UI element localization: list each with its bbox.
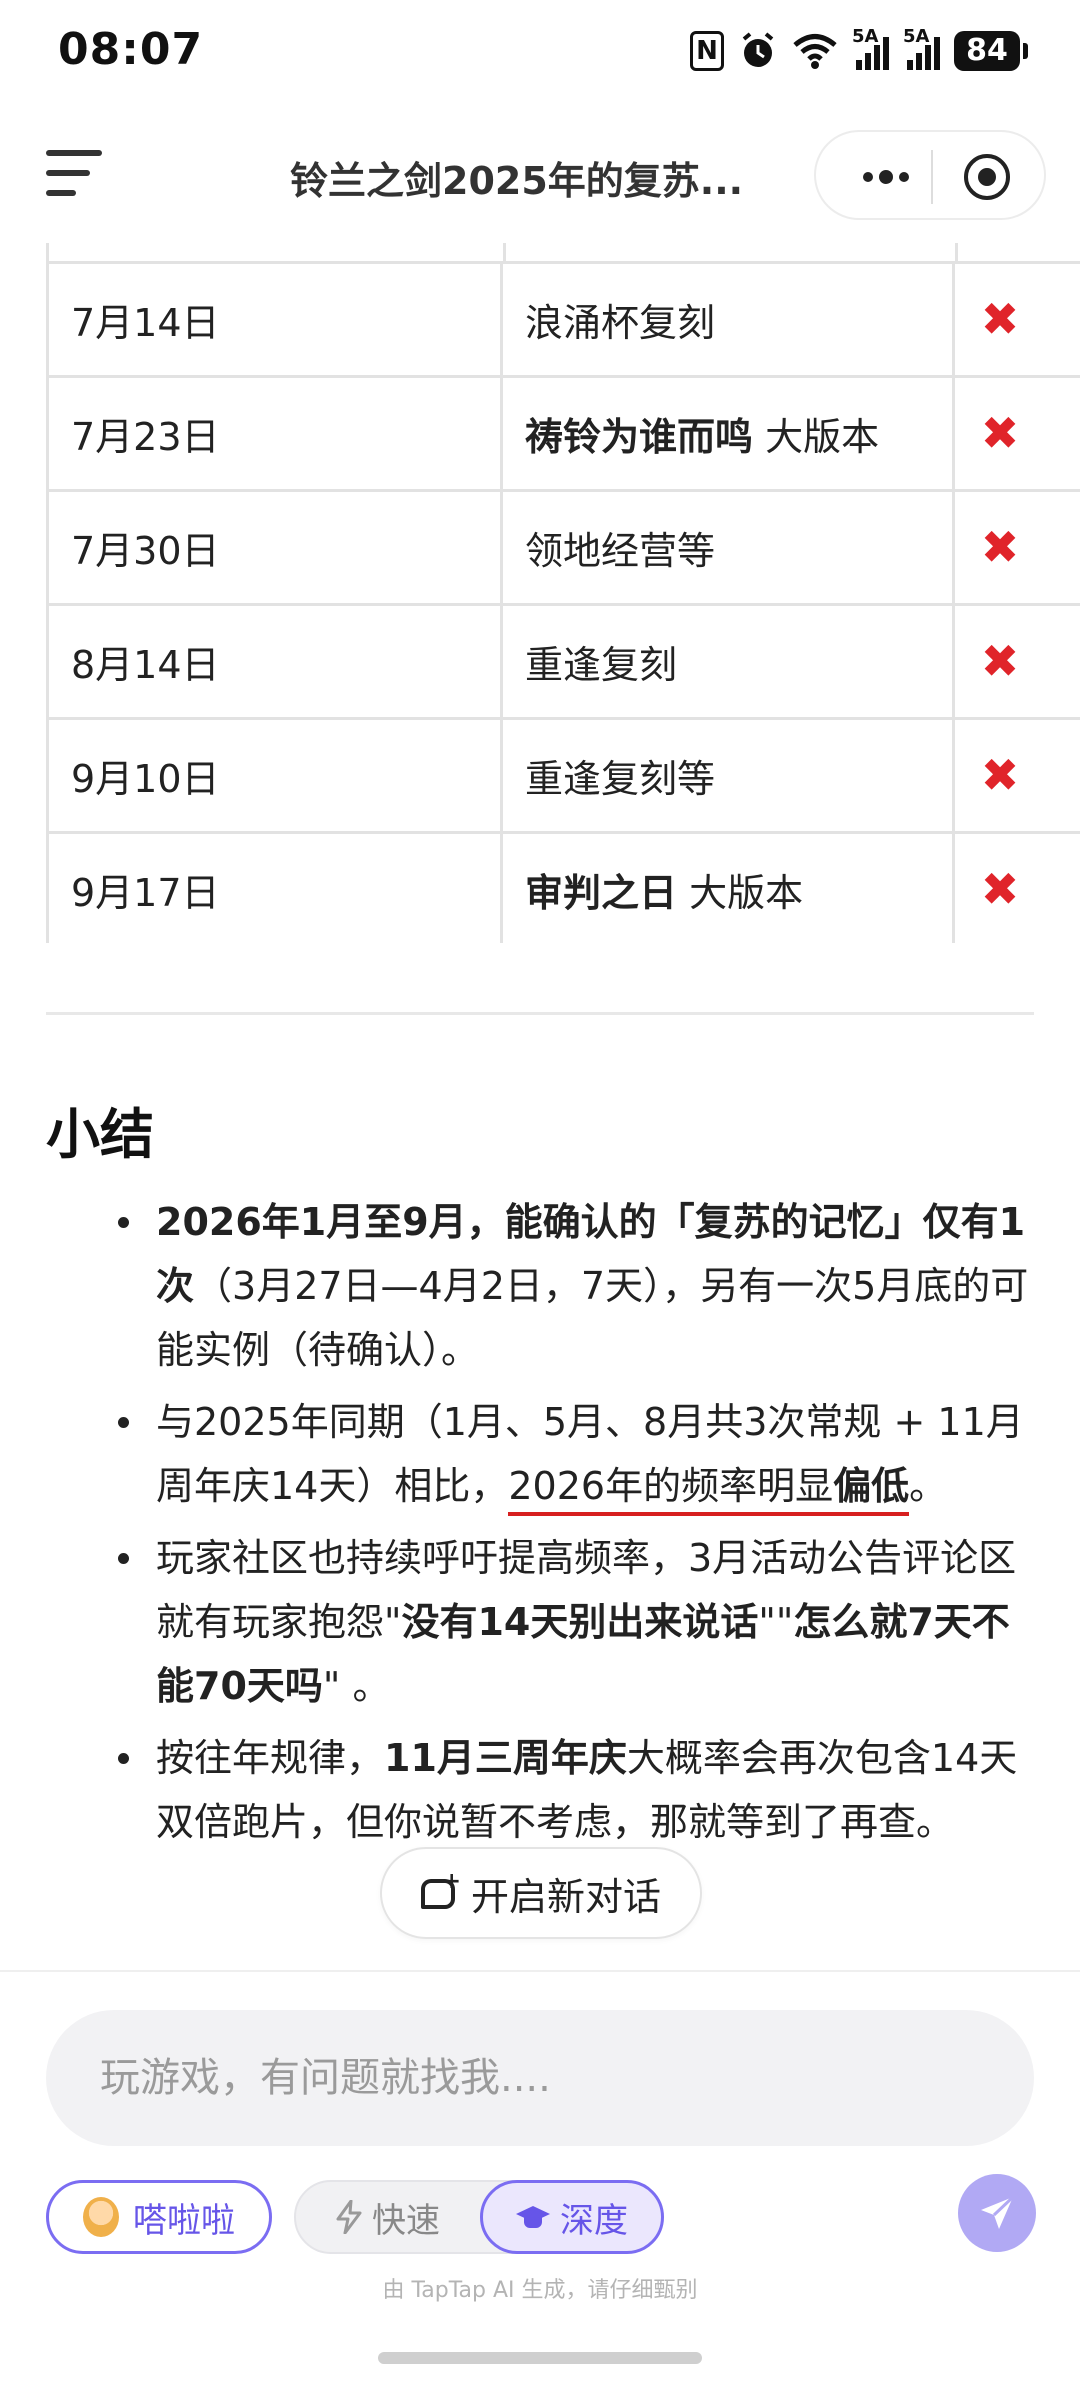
nfc-icon: N [690,28,724,74]
text: 2026年的频率明显 [508,1464,834,1508]
lightning-icon [336,2200,362,2234]
mini-program-capsule [814,130,1046,220]
signal-label: 5A [852,26,879,47]
mode-deep-label: 深度 [560,2200,628,2241]
cross-icon: ✖ [980,405,1020,460]
table-row: 8月14日 重逢复刻 ✖ [46,603,1080,720]
status-bar: 08:07 N 5A 5A 84 [0,0,1080,105]
new-chat-button[interactable]: + 开启新对话 [380,1847,702,1939]
list-item: 与2025年同期（1月、5月、8月共3次常规 + 11月周年庆14天）相比，20… [110,1390,1045,1518]
event-text: 领地经营等 [524,529,715,573]
cross-icon: ✖ [980,633,1020,688]
capsule-divider [931,150,933,204]
bold-text: 偏低 [833,1464,910,1508]
text: " 。 [322,1664,391,1708]
cell-date: 7月30日 [46,489,503,606]
list-item: 2026年1月至9月，能确认的「复苏的记忆」仅有1次（3月27日—4月2日，7天… [110,1190,1045,1382]
chat-input[interactable] [100,2055,960,2101]
event-bold: 祷铃为谁而鸣 [524,415,753,459]
app-header: 铃兰之剑2025年的复苏... [0,120,1080,230]
page-title: 铃兰之剑2025年的复苏... [290,159,744,203]
signal-icon: 5A [903,26,940,74]
send-button[interactable] [958,2174,1036,2252]
bold-text: 没有14天别出来说话 [401,1600,759,1644]
text: （3月27日—4月2日，7天），另有一次5月底的可能实例（待确认）。 [156,1264,1029,1372]
text: "" [758,1600,794,1644]
signal-label: 5A [903,26,930,47]
mode-toggle: 快速 深度 [294,2180,664,2254]
cell-date: 9月17日 [46,831,503,943]
event-text: 重逢复刻等 [524,757,715,801]
more-icon[interactable] [846,150,926,204]
new-chat-icon: + [420,1869,461,1911]
battery-icon: 84 [954,31,1028,71]
composer-divider [0,1970,1080,1972]
list-item: 玩家社区也持续呼吁提高频率，3月活动公告评论区就有玩家抱怨"没有14天别出来说话… [110,1526,1045,1718]
text: 。 [909,1464,948,1508]
cell-date: 7月23日 [46,375,503,492]
event-bold: 审判之日 [524,871,677,915]
table-row: 9月10日 重逢复刻等 ✖ [46,717,1080,834]
graduation-cap-icon [516,2206,550,2228]
cell-status: ✖ [951,489,1080,606]
mode-fast-button[interactable]: 快速 [296,2182,480,2252]
red-underline-highlight: 2026年的频率明显偏低 [508,1464,910,1516]
summary-list: 2026年1月至9月，能确认的「复苏的记忆」仅有1次（3月27日—4月2日，7天… [110,1190,1045,1862]
text: 按往年规律， [156,1736,385,1780]
cross-icon: ✖ [980,747,1020,802]
bold-text: 11月三周年庆 [384,1736,627,1780]
close-mini-program-icon[interactable] [964,154,1010,200]
cell-event: 浪涌杯复刻 [499,261,955,378]
event-text: 重逢复刻 [524,643,677,687]
event-text: 大版本 [752,415,880,459]
menu-icon[interactable] [46,148,106,200]
cell-status: ✖ [951,603,1080,720]
section-divider [46,1012,1034,1015]
status-icons: N 5A 5A 84 [690,26,1028,74]
cell-event: 重逢复刻等 [499,717,955,834]
agent-label: 嗒啦啦 [133,2200,235,2241]
home-indicator[interactable] [378,2352,702,2364]
cross-icon: ✖ [980,861,1020,916]
agent-chip[interactable]: 嗒啦啦 [46,2180,272,2254]
cell-event: 重逢复刻 [499,603,955,720]
send-icon [981,2195,1015,2229]
wifi-icon [792,28,838,74]
signal-icon: 5A [852,26,889,74]
cell-event: 领地经营等 [499,489,955,606]
cell-date: 8月14日 [46,603,503,720]
table-row: 9月17日 审判之日 大版本 ✖ [46,831,1080,943]
cell-status: ✖ [951,261,1080,378]
new-chat-label: 开启新对话 [470,1874,661,1919]
table-row: 7月14日 浪涌杯复刻 ✖ [46,261,1080,378]
table-row: 7月30日 领地经营等 ✖ [46,489,1080,606]
status-time: 08:07 [58,24,204,75]
schedule-table: 7月14日 浪涌杯复刻 ✖ 7月23日 祷铃为谁而鸣 大版本 ✖ 7月30日 领… [46,243,1080,943]
chat-input-box[interactable] [46,2010,1034,2146]
cross-icon: ✖ [980,519,1020,574]
table-row: 7月23日 祷铃为谁而鸣 大版本 ✖ [46,375,1080,492]
list-item: 按往年规律，11月三周年庆大概率会再次包含14天双倍跑片，但你说暂不考虑，那就等… [110,1726,1045,1854]
cell-date: 9月10日 [46,717,503,834]
cell-event: 祷铃为谁而鸣 大版本 [499,375,955,492]
cell-status: ✖ [951,831,1080,943]
summary-heading: 小结 [46,1103,154,1166]
cell-event: 审判之日 大版本 [499,831,955,943]
cell-status: ✖ [951,375,1080,492]
cross-icon: ✖ [980,291,1020,346]
event-text: 浪涌杯复刻 [524,301,715,345]
event-text: 大版本 [676,871,804,915]
cell-status: ✖ [951,717,1080,834]
agent-avatar [83,2197,119,2237]
table-top-edge [46,243,1080,263]
cell-date: 7月14日 [46,261,503,378]
alarm-icon [738,28,778,74]
mode-fast-label: 快速 [372,2200,440,2241]
ai-disclaimer: 由 TapTap AI 生成，请仔细甄别 [382,2278,698,2303]
mode-deep-button[interactable]: 深度 [480,2180,664,2254]
